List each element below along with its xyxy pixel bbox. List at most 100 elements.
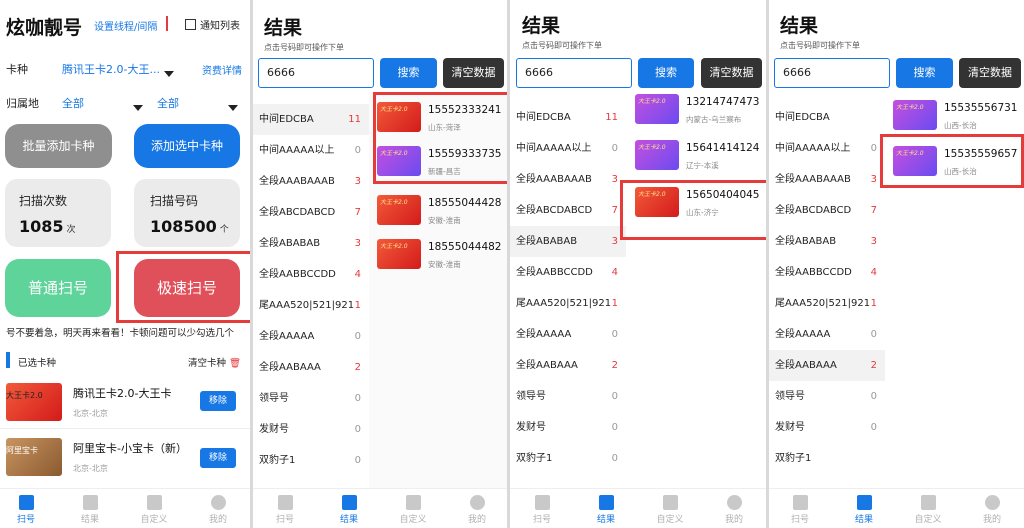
- category-item[interactable]: 双豹子1 0: [510, 443, 626, 474]
- chevron-down-icon[interactable]: [228, 97, 238, 116]
- chevron-down-icon[interactable]: [133, 97, 143, 116]
- category-item[interactable]: 全段ABABAB 3: [253, 228, 369, 259]
- card-type-label: 卡种: [6, 63, 28, 76]
- page-subtitle: 点击号码即可操作下单: [522, 41, 602, 50]
- search-button[interactable]: 搜索: [638, 58, 694, 88]
- category-item[interactable]: 全段AABBCCDD 4: [510, 257, 626, 288]
- card-thumbnail: 大王卡2.0: [377, 195, 421, 225]
- category-item[interactable]: 全段AABAAA 2: [253, 352, 369, 383]
- category-item[interactable]: 双豹子1: [769, 443, 885, 474]
- category-item[interactable]: 全段ABABAB 3: [769, 226, 885, 257]
- category-item[interactable]: 领导号 0: [253, 383, 369, 414]
- results-panel: 结果 点击号码即可操作下单 6666 搜索 清空数据 中间EDCBA 中间AAA…: [769, 0, 1024, 528]
- result-item[interactable]: 大王卡2.0 15535556731 山西-长治: [886, 94, 1021, 138]
- card-area: 北京-北京: [73, 409, 108, 418]
- tab-results[interactable]: 结果: [844, 495, 884, 525]
- card-type-select[interactable]: 腾讯王卡2.0-大王...: [62, 61, 160, 77]
- search-input[interactable]: 6666: [516, 58, 632, 88]
- tab-custom[interactable]: 自定义: [908, 495, 948, 525]
- results-panel: 结果 点击号码即可操作下单 6666 搜索 清空数据 中间EDCBA 11 中间A…: [510, 0, 766, 528]
- search-input[interactable]: 6666: [774, 58, 890, 88]
- result-item[interactable]: 大王卡2.0 13214747473 内蒙古-乌兰察布: [628, 88, 763, 132]
- city-select[interactable]: 全部: [157, 95, 179, 111]
- category-item[interactable]: 全段ABCDABCD 7: [253, 197, 369, 228]
- category-item[interactable]: 领导号 0: [510, 381, 626, 412]
- search-input[interactable]: 6666: [258, 58, 374, 88]
- tab-custom[interactable]: 自定义: [134, 495, 174, 525]
- category-item[interactable]: 全段AABAAA 2: [769, 350, 885, 381]
- category-item[interactable]: 全段AAABAAAB 3: [253, 166, 369, 197]
- result-item[interactable]: 大王卡2.0 18555044482 安徽-淮南: [370, 233, 505, 277]
- province-select[interactable]: 全部: [62, 95, 84, 111]
- tab-scan[interactable]: 扫号: [265, 495, 305, 525]
- category-item[interactable]: 尾AAA520|521|921 1: [253, 290, 369, 321]
- category-item[interactable]: 发财号 0: [510, 412, 626, 443]
- tab-custom[interactable]: 自定义: [650, 495, 690, 525]
- highlight-box: [373, 92, 507, 184]
- tab-scan[interactable]: 扫号: [6, 495, 46, 525]
- tab-profile[interactable]: 我的: [714, 495, 754, 525]
- clear-selected-button[interactable]: 清空卡种 🗑: [188, 355, 241, 369]
- tab-results[interactable]: 结果: [70, 495, 110, 525]
- category-item[interactable]: 中间EDCBA 11: [510, 102, 626, 133]
- category-item[interactable]: 领导号 0: [769, 381, 885, 412]
- tab-scan[interactable]: 扫号: [522, 495, 562, 525]
- chevron-down-icon[interactable]: [164, 63, 174, 82]
- category-item[interactable]: 发财号 0: [253, 414, 369, 445]
- thread-settings-link[interactable]: 设置线程/间隔: [94, 18, 157, 33]
- tab-profile[interactable]: 我的: [972, 495, 1012, 525]
- category-item[interactable]: 发财号 0: [769, 412, 885, 443]
- fee-details-link[interactable]: 资费详情: [202, 62, 242, 77]
- clear-data-button[interactable]: 清空数据: [443, 58, 504, 88]
- clear-data-button[interactable]: 清空数据: [959, 58, 1021, 88]
- scan-code-label: 扫描号码: [150, 194, 199, 208]
- clear-data-button[interactable]: 清空数据: [701, 58, 762, 88]
- category-item[interactable]: 尾AAA520|521|921 1: [510, 288, 626, 319]
- category-item[interactable]: 全段AAAAA 0: [253, 321, 369, 352]
- category-item[interactable]: 中间EDCBA: [769, 102, 885, 133]
- notify-checkbox[interactable]: 通知列表: [185, 17, 240, 32]
- result-item[interactable]: 大王卡2.0 18555044428 安徽-淮南: [370, 189, 505, 233]
- scan-count-card: 扫描次数 1085 次: [5, 179, 111, 247]
- tab-custom[interactable]: 自定义: [393, 495, 433, 525]
- tab-results[interactable]: 结果: [329, 495, 369, 525]
- category-item[interactable]: 尾AAA520|521|921 1: [769, 288, 885, 319]
- category-item[interactable]: 全段AAAAA 0: [769, 319, 885, 350]
- phone-location: 辽宁-本溪: [686, 161, 719, 170]
- remove-button[interactable]: 移除: [200, 391, 236, 411]
- category-item[interactable]: 全段AAABAAAB 3: [769, 164, 885, 195]
- list-icon: [856, 495, 872, 510]
- category-item[interactable]: 全段AAAAA 0: [510, 319, 626, 350]
- category-item[interactable]: 全段ABCDABCD 7: [769, 195, 885, 226]
- category-item[interactable]: 中间EDCBA 11: [253, 104, 369, 135]
- tab-profile[interactable]: 我的: [198, 495, 238, 525]
- notice-text: 号不要着急，明天再来看看！卡顿问题可以少勾选几个: [6, 328, 235, 339]
- category-item[interactable]: 中间AAAAA以上 0: [510, 133, 626, 164]
- search-button[interactable]: 搜索: [380, 58, 437, 88]
- tab-bar: 扫号 结果 自定义 我的: [0, 488, 250, 528]
- selected-label: 已选卡种: [18, 358, 57, 369]
- results-panel: 结果 点击号码即可操作下单 6666 搜索 清空数据 中间EDCBA 11 中间A…: [253, 0, 507, 528]
- phone-number: 15535556731: [944, 102, 1018, 114]
- tab-results[interactable]: 结果: [586, 495, 626, 525]
- add-selected-button[interactable]: 添加选中卡种: [134, 124, 240, 168]
- search-button[interactable]: 搜索: [896, 58, 953, 88]
- category-item[interactable]: 中间AAAAA以上 0: [253, 135, 369, 166]
- category-item[interactable]: 全段AABBCCDD 4: [253, 259, 369, 290]
- edit-icon: [920, 495, 936, 510]
- category-item[interactable]: 全段AABAAA 2: [510, 350, 626, 381]
- batch-add-button[interactable]: 批量添加卡种: [5, 124, 112, 168]
- category-item[interactable]: 全段AAABAAAB 3: [510, 164, 626, 195]
- remove-button[interactable]: 移除: [200, 448, 236, 468]
- category-item[interactable]: 中间AAAAA以上 0: [769, 133, 885, 164]
- tab-scan[interactable]: 扫号: [780, 495, 820, 525]
- category-item[interactable]: 全段AABBCCDD 4: [769, 257, 885, 288]
- edit-icon: [405, 495, 421, 510]
- category-item[interactable]: 全段ABABAB 3: [510, 226, 626, 257]
- category-item[interactable]: 全段ABCDABCD 7: [510, 195, 626, 226]
- result-item[interactable]: 大王卡2.0 15641414124 辽宁-本溪: [628, 134, 763, 178]
- category-item[interactable]: 双豹子1 0: [253, 445, 369, 476]
- normal-scan-button[interactable]: 普通扫号: [5, 259, 111, 317]
- tab-profile[interactable]: 我的: [457, 495, 497, 525]
- phone-location: 内蒙古-乌兰察布: [686, 115, 742, 124]
